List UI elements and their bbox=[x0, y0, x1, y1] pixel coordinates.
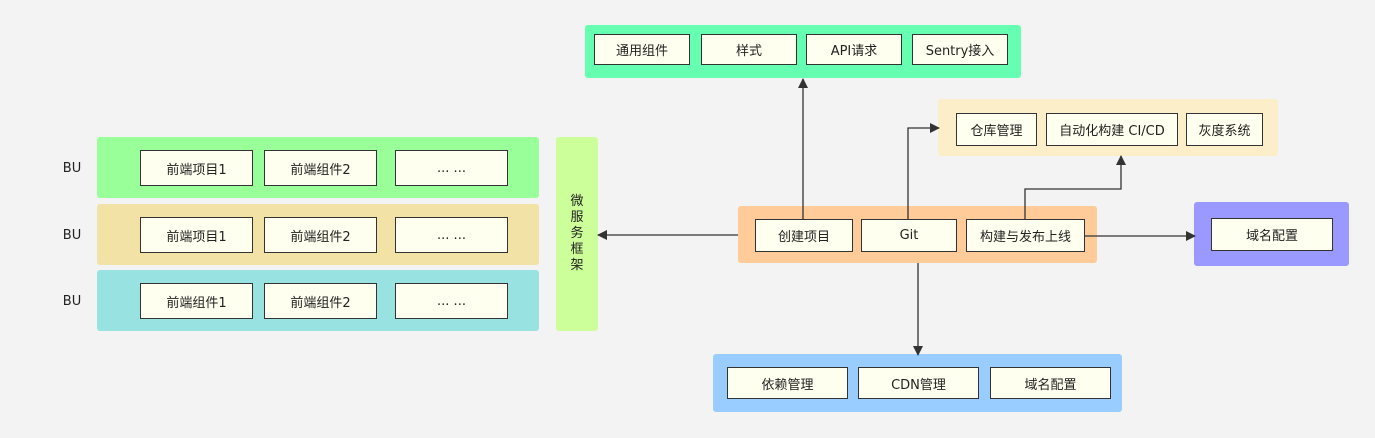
common-item-api[interactable]: API请求 bbox=[806, 34, 902, 65]
center-item-git[interactable]: Git bbox=[861, 219, 957, 252]
bottom-item-cdn[interactable]: CDN管理 bbox=[858, 367, 979, 399]
bu-label-3: BU bbox=[62, 294, 82, 309]
bu-row-1-item-2[interactable]: 前端组件2 bbox=[264, 150, 377, 186]
repo-item-gray-release[interactable]: 灰度系统 bbox=[1186, 113, 1263, 146]
common-item-styles[interactable]: 样式 bbox=[701, 34, 797, 65]
bu-label-2: BU bbox=[62, 228, 82, 243]
common-item-components[interactable]: 通用组件 bbox=[594, 34, 690, 65]
bottom-item-dependency[interactable]: 依赖管理 bbox=[727, 367, 848, 399]
bu-label-1: BU bbox=[62, 161, 82, 176]
common-item-sentry[interactable]: Sentry接入 bbox=[912, 34, 1008, 65]
bu-row-3-item-3[interactable]: ... ... bbox=[395, 283, 508, 319]
bu-row-1-item-3[interactable]: ... ... bbox=[395, 150, 508, 186]
domain-item-config[interactable]: 域名配置 bbox=[1211, 218, 1333, 251]
repo-item-ci-cd[interactable]: 自动化构建 CI/CD bbox=[1046, 113, 1178, 146]
center-item-create-project[interactable]: 创建项目 bbox=[755, 219, 853, 252]
bottom-item-domain[interactable]: 域名配置 bbox=[990, 367, 1111, 399]
bu-row-2-item-2[interactable]: 前端组件2 bbox=[264, 217, 377, 253]
bu-row-2-item-1[interactable]: 前端项目1 bbox=[140, 217, 253, 253]
center-item-build-release[interactable]: 构建与发布上线 bbox=[966, 219, 1085, 252]
repo-item-management[interactable]: 仓库管理 bbox=[956, 113, 1037, 146]
bu-row-1-item-1[interactable]: 前端项目1 bbox=[140, 150, 253, 186]
micro-service-label: 微服务框架 bbox=[570, 194, 584, 273]
bu-row-3-item-2[interactable]: 前端组件2 bbox=[264, 283, 377, 319]
bu-row-2-item-3[interactable]: ... ... bbox=[395, 217, 508, 253]
bu-row-3-item-1[interactable]: 前端组件1 bbox=[140, 283, 253, 319]
